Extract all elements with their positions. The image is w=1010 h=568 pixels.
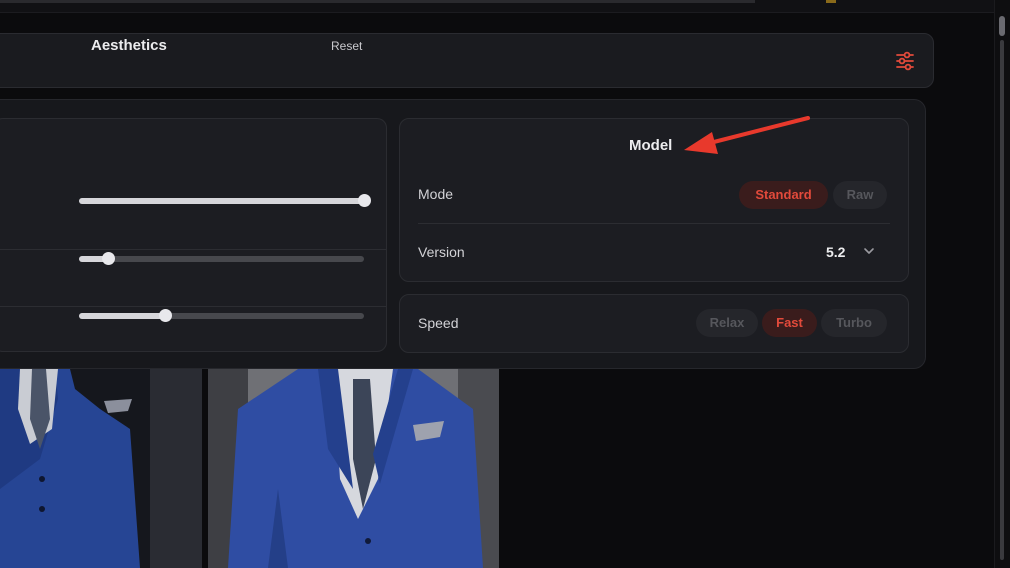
- suit-man-image: [208, 369, 499, 568]
- browser-top-strip: [0, 0, 995, 13]
- model-title: Model: [629, 137, 673, 154]
- suit-man-image: [0, 369, 202, 568]
- slider-track[interactable]: [79, 256, 364, 262]
- image-grid: [0, 369, 500, 568]
- sliders-icon[interactable]: [895, 51, 915, 71]
- mode-raw-button[interactable]: Raw: [833, 181, 887, 209]
- chevron-down-icon[interactable]: [862, 244, 876, 258]
- scrollbar-track[interactable]: [1000, 40, 1004, 560]
- version-label: Version: [418, 244, 465, 260]
- page-scrollbar[interactable]: [994, 0, 1010, 568]
- slider-thumb[interactable]: [158, 309, 172, 322]
- top-accent: [826, 0, 836, 3]
- aesthetics-title: Aesthetics: [91, 37, 167, 54]
- divider: [418, 223, 890, 224]
- speed-turbo-button[interactable]: Turbo: [821, 309, 887, 337]
- top-edge: [0, 0, 755, 3]
- mode-label: Mode: [418, 186, 454, 202]
- slider-thumb[interactable]: [358, 194, 371, 207]
- version-value[interactable]: 5.2: [826, 244, 845, 260]
- scrollbar-thumb[interactable]: [999, 16, 1005, 36]
- speed-label: Speed: [418, 315, 459, 331]
- speed-relax-button[interactable]: Relax: [696, 309, 758, 337]
- aesthetics-slider[interactable]: [79, 252, 364, 265]
- aesthetics-slider[interactable]: [79, 194, 371, 207]
- reset-button[interactable]: Reset: [331, 39, 362, 53]
- generated-image[interactable]: [208, 369, 499, 568]
- slider-fill: [79, 313, 165, 319]
- divider: [0, 249, 386, 250]
- divider: [0, 306, 386, 307]
- aesthetics-slider[interactable]: [79, 309, 364, 322]
- speed-fast-button[interactable]: Fast: [762, 309, 817, 337]
- mode-standard-button[interactable]: Standard: [739, 181, 828, 209]
- generated-image[interactable]: [0, 369, 202, 568]
- slider-fill: [79, 198, 364, 204]
- annotation-arrow-icon: [684, 116, 810, 154]
- slider-thumb[interactable]: [101, 252, 115, 265]
